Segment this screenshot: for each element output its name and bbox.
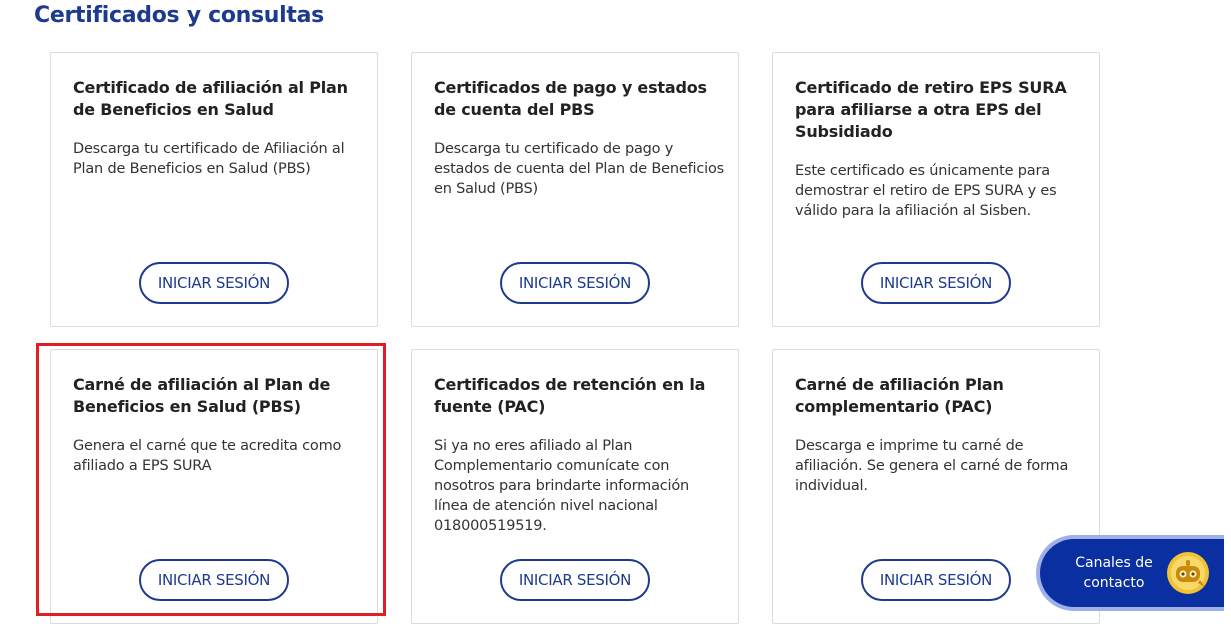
card-certificados-retencion-pac: Certificados de retención en la fuente (…	[411, 349, 739, 624]
card-carne-afiliacion-pbs: Carné de afiliación al Plan de Beneficio…	[50, 349, 378, 624]
iniciar-sesion-button[interactable]: INICIAR SESIÓN	[139, 559, 289, 601]
card-description: Este certificado es únicamente para demo…	[795, 163, 1057, 219]
card-title: Carné de afiliación al Plan de Beneficio…	[73, 375, 331, 416]
card-title: Carné de afiliación Plan complementario …	[795, 375, 1004, 416]
page-title: Certificados y consultas	[34, 3, 324, 28]
card-description: Si ya no eres afiliado al Plan Complemen…	[434, 438, 690, 534]
card-description: Genera el carné que te acredita como afi…	[73, 438, 342, 474]
card-description: Descarga e imprime tu carné de afiliació…	[795, 438, 1069, 494]
iniciar-sesion-button[interactable]: INICIAR SESIÓN	[500, 559, 650, 601]
card-title: Certificados de pago y estados de cuenta…	[434, 78, 707, 119]
card-certificado-retiro: Certificado de retiro EPS SURA para afil…	[772, 52, 1100, 327]
iniciar-sesion-button[interactable]: INICIAR SESIÓN	[500, 262, 650, 304]
iniciar-sesion-button[interactable]: INICIAR SESIÓN	[861, 559, 1011, 601]
card-title: Certificados de retención en la fuente (…	[434, 375, 706, 416]
card-certificados-pago-pbs: Certificados de pago y estados de cuenta…	[411, 52, 739, 327]
card-title: Certificado de retiro EPS SURA para afil…	[795, 78, 1067, 141]
card-description: Descarga tu certificado de pago y estado…	[434, 141, 724, 197]
contact-channels-button[interactable]: Canales de contacto	[1036, 535, 1224, 611]
card-certificado-afiliacion-pbs: Certificado de afiliación al Plan de Ben…	[50, 52, 378, 327]
card-title: Certificado de afiliación al Plan de Ben…	[73, 78, 348, 119]
contact-label: Canales de contacto	[1075, 555, 1153, 591]
card-description: Descarga tu certificado de Afiliación al…	[73, 141, 345, 177]
iniciar-sesion-button[interactable]: INICIAR SESIÓN	[139, 262, 289, 304]
iniciar-sesion-button[interactable]: INICIAR SESIÓN	[861, 262, 1011, 304]
chat-bot-icon	[1167, 552, 1209, 594]
